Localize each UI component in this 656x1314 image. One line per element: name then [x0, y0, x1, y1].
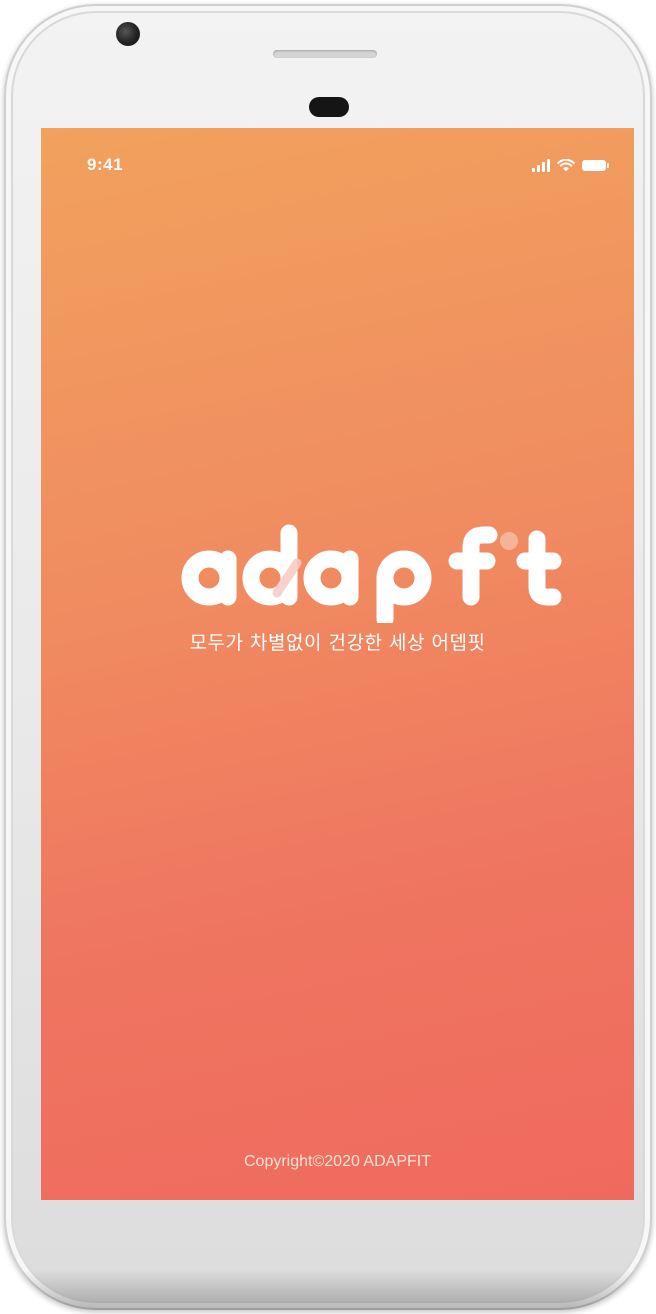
copyright-text: Copyright©2020 ADAPFIT [244, 1153, 431, 1170]
proximity-sensor [309, 97, 349, 117]
battery-icon [582, 160, 609, 171]
cellular-signal-icon [532, 159, 550, 172]
tagline: 모두가 차별없이 건강한 세상 어뎁핏 [189, 632, 486, 654]
status-time: 9:41 [87, 155, 124, 174]
status-bar: 9:41 [41, 128, 634, 188]
splash-screen: 9:41 모두가 차별없이 건강한 세상 어뎁핏 Copyright©2020 … [41, 128, 634, 1200]
phone-frame: 9:41 모두가 차별없이 건강한 세상 어뎁핏 Copyright©2020 … [4, 4, 652, 1310]
status-icons [532, 156, 609, 172]
earpiece-speaker [273, 50, 377, 58]
adapfit-logo [181, 524, 562, 623]
wifi-icon [557, 159, 575, 172]
front-camera [116, 22, 140, 46]
